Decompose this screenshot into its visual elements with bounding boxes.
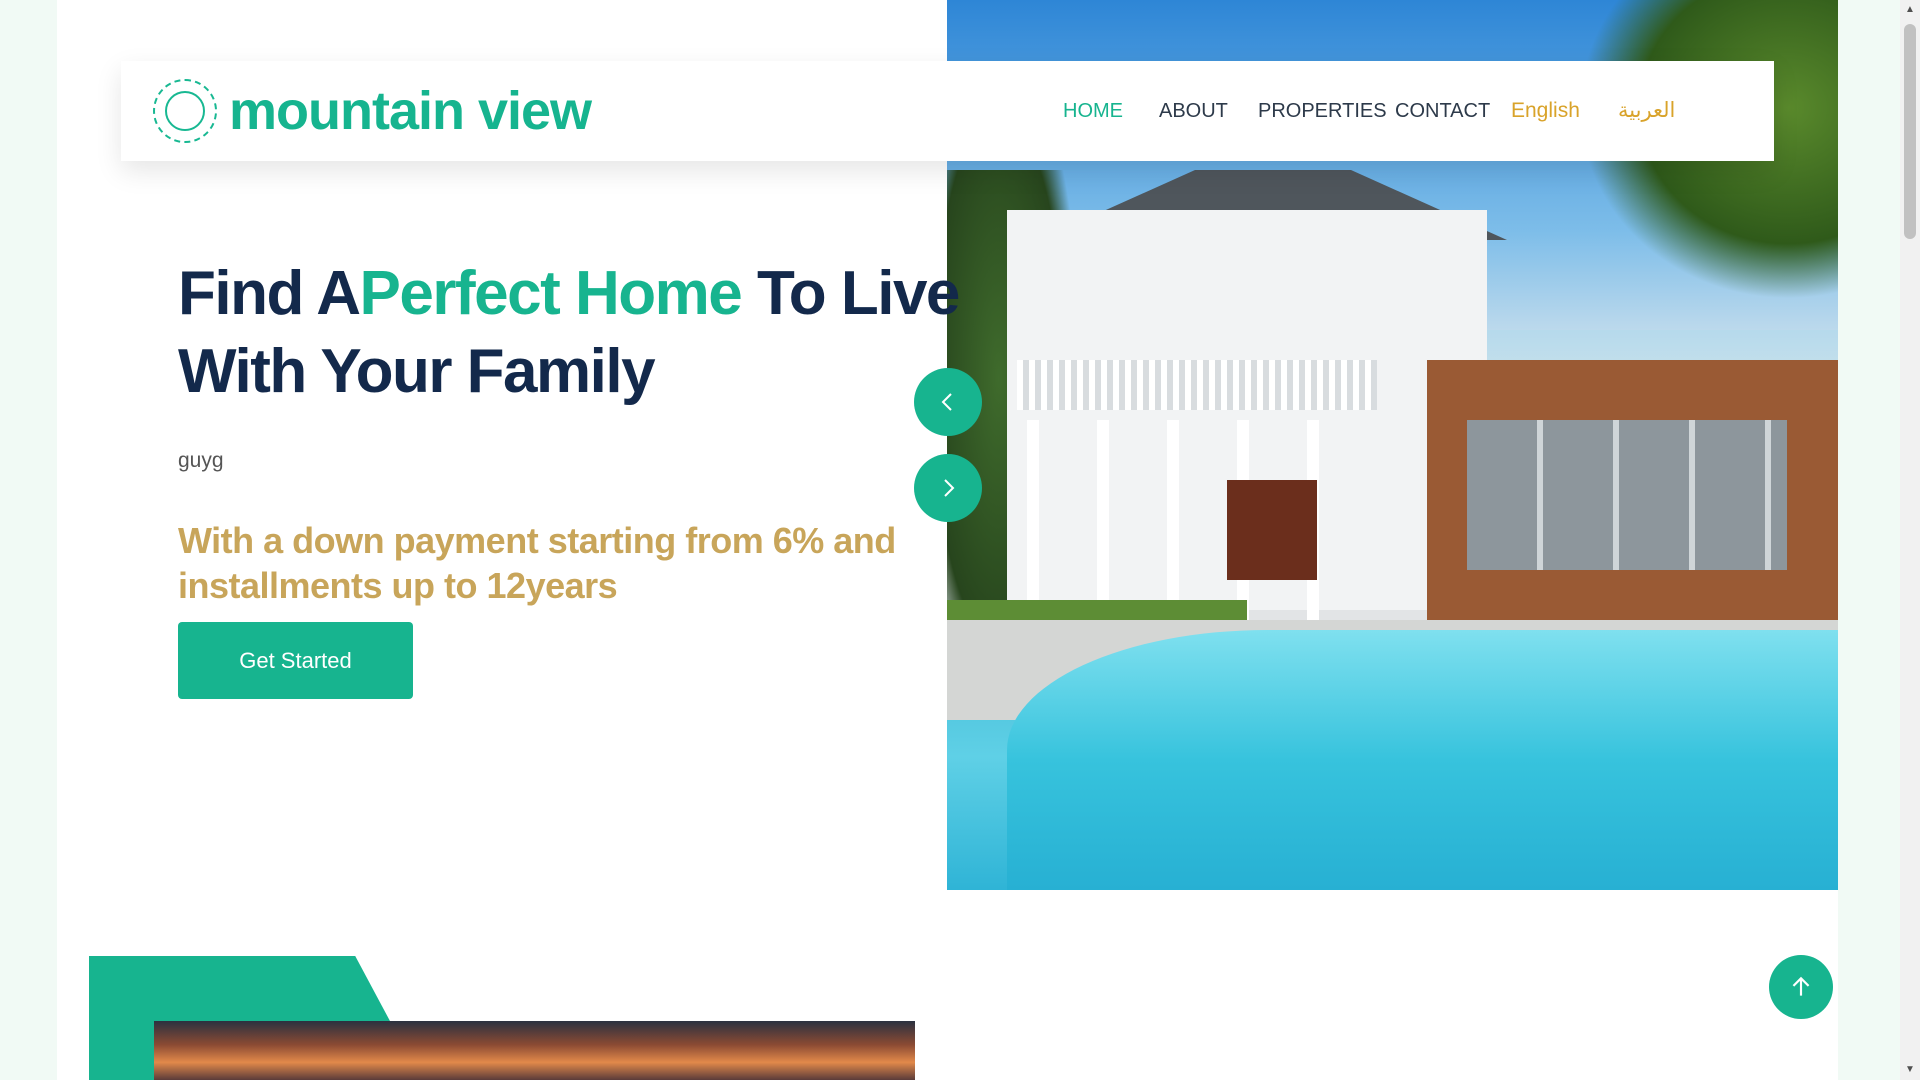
- hero-subtitle: guyg: [178, 449, 224, 472]
- scroll-to-top-button[interactable]: [1769, 955, 1833, 1019]
- nav-contact[interactable]: CONTACT: [1395, 97, 1490, 125]
- slider-next-button[interactable]: [914, 454, 982, 522]
- section-image: [154, 1021, 915, 1080]
- get-started-button[interactable]: Get Started: [178, 622, 413, 699]
- scrollbar[interactable]: ▲ ▼: [1900, 0, 1920, 1080]
- scroll-up-arrow-icon[interactable]: ▲: [1900, 0, 1920, 20]
- hero-title: Find APerfect Home To Live With Your Fam…: [178, 255, 968, 411]
- chevron-left-icon: [941, 393, 952, 411]
- handshake-house-icon[interactable]: [153, 79, 217, 143]
- navbar: mountain view HOME ABOUT PROPERTIES CONT…: [121, 61, 1774, 161]
- hero-title-part1: Find A: [178, 259, 361, 328]
- lang-english[interactable]: English: [1511, 97, 1580, 125]
- nav-home[interactable]: HOME: [1063, 97, 1123, 125]
- page: mountain view HOME ABOUT PROPERTIES CONT…: [57, 0, 1838, 1080]
- chevron-right-icon: [944, 479, 955, 497]
- slider-prev-button[interactable]: [914, 368, 982, 436]
- scroll-down-arrow-icon[interactable]: ▼: [1900, 1060, 1920, 1080]
- nav-properties[interactable]: PROPERTIES: [1258, 97, 1387, 125]
- brand-name[interactable]: mountain view: [229, 79, 592, 143]
- lang-arabic[interactable]: العربية: [1618, 97, 1675, 125]
- scroll-thumb[interactable]: [1904, 24, 1916, 239]
- nav-about[interactable]: ABOUT: [1159, 97, 1228, 125]
- promo-text: With a down payment starting from 6% and…: [178, 520, 896, 606]
- arrow-up-icon: [1792, 976, 1810, 996]
- hero-title-accent: Perfect Home: [359, 259, 743, 328]
